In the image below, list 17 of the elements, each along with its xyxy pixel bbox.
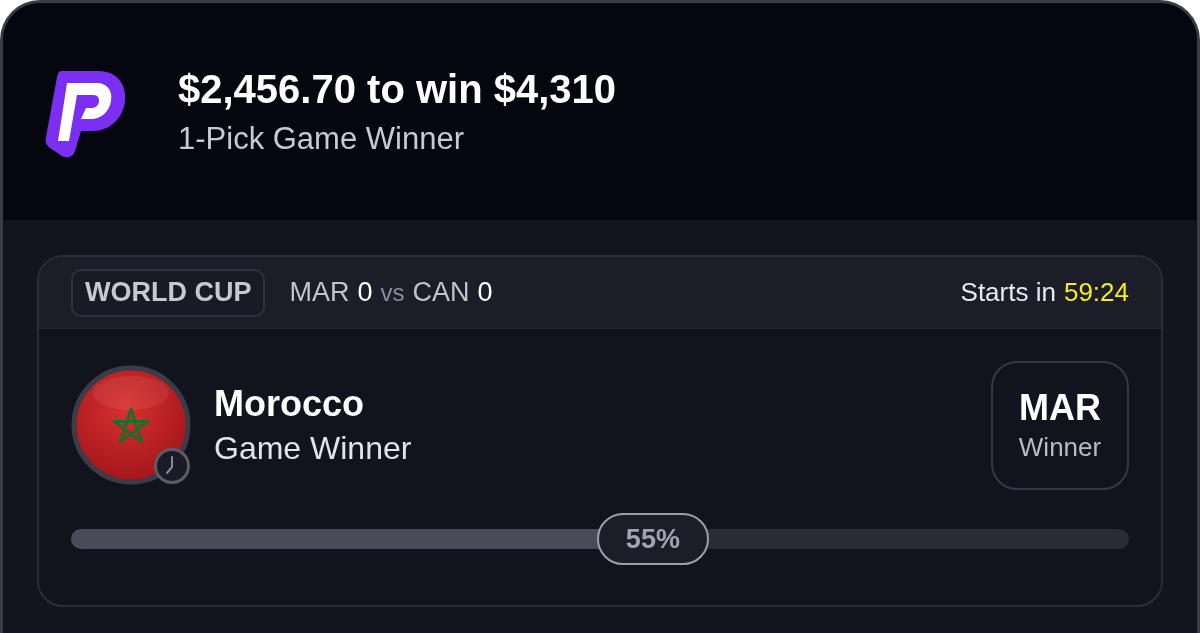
bet-type-label: 1-Pick Game Winner [178, 119, 465, 158]
starts-label: Starts in [960, 277, 1056, 308]
bet-summary-title: $2,456.70 to win $4,310 [178, 65, 617, 112]
market-label: Game Winner [214, 429, 412, 468]
team-score: 0 [357, 277, 373, 308]
team-name: Morocco [214, 382, 365, 426]
team-code: CAN [412, 277, 470, 308]
flag-icon [71, 365, 191, 485]
league-tag: WORLD CUP [71, 268, 266, 317]
team-code: MAR [289, 277, 350, 308]
pick-label: Winner [1018, 431, 1102, 463]
team-score: 0 [477, 277, 493, 308]
versus-label: vs [380, 279, 405, 307]
pick-team-code: MAR [1019, 387, 1101, 429]
percent-badge: 55% [596, 513, 709, 565]
countdown-timer: 59:24 [1063, 277, 1129, 308]
clock-icon [154, 448, 190, 484]
